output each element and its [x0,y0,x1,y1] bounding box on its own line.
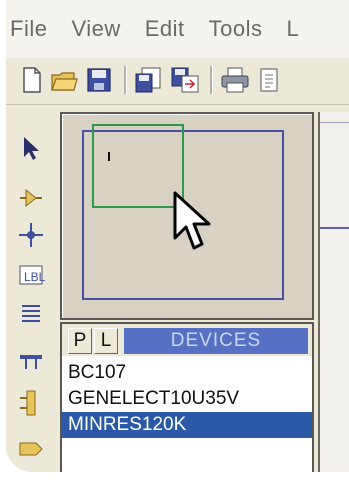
bus-icon[interactable] [16,345,46,375]
toolbar-separator [210,66,213,94]
wire-label-icon[interactable]: LBL [16,260,46,290]
list-item[interactable]: BC107 [62,360,312,386]
menu-edit[interactable]: Edit [133,16,197,42]
library-manager-button[interactable]: L [94,328,118,354]
main-toolbar [6,58,349,105]
toolbar-separator [124,66,127,94]
import-section-icon[interactable] [134,66,164,94]
devices-title: DEVICES [124,328,308,354]
overview-content-mark [108,152,110,161]
devices-header: P L DEVICES [62,324,312,356]
menu-file[interactable]: File [6,16,59,42]
open-folder-icon[interactable] [50,66,78,94]
export-section-icon[interactable] [170,66,200,94]
canvas-sheet-border [320,227,349,229]
pick-devices-button[interactable]: P [68,328,92,354]
menu-view[interactable]: View [59,16,132,42]
mark-output-area-icon[interactable] [258,66,280,94]
select-arrow-icon[interactable] [16,133,46,163]
devices-panel: P L DEVICES BC107 GENELECT10U35V MINRES1… [60,322,314,472]
editing-canvas[interactable] [318,112,349,472]
terminal-icon[interactable] [16,435,46,465]
menu-bar: File View Edit Tools L [6,0,349,58]
menu-tools[interactable]: Tools [197,16,275,42]
text-script-icon[interactable] [16,300,46,330]
overview-viewport-rect[interactable] [92,124,184,208]
mouse-pointer-icon [172,190,212,259]
svg-text:LBL: LBL [24,270,46,284]
component-icon[interactable] [16,183,46,213]
list-item[interactable]: GENELECT10U35V [62,386,312,412]
subcircuit-icon[interactable] [16,388,46,418]
list-item-selected[interactable]: MINRES120K [62,412,312,438]
mode-toolbar: LBL [6,105,54,472]
devices-list: BC107 GENELECT10U35V MINRES120K [62,360,312,438]
new-file-icon[interactable] [20,66,44,94]
junction-dot-icon[interactable] [16,220,46,250]
menu-library[interactable]: L [275,16,312,42]
save-icon[interactable] [86,66,112,94]
canvas-gridline [320,122,349,123]
print-icon[interactable] [220,66,250,94]
